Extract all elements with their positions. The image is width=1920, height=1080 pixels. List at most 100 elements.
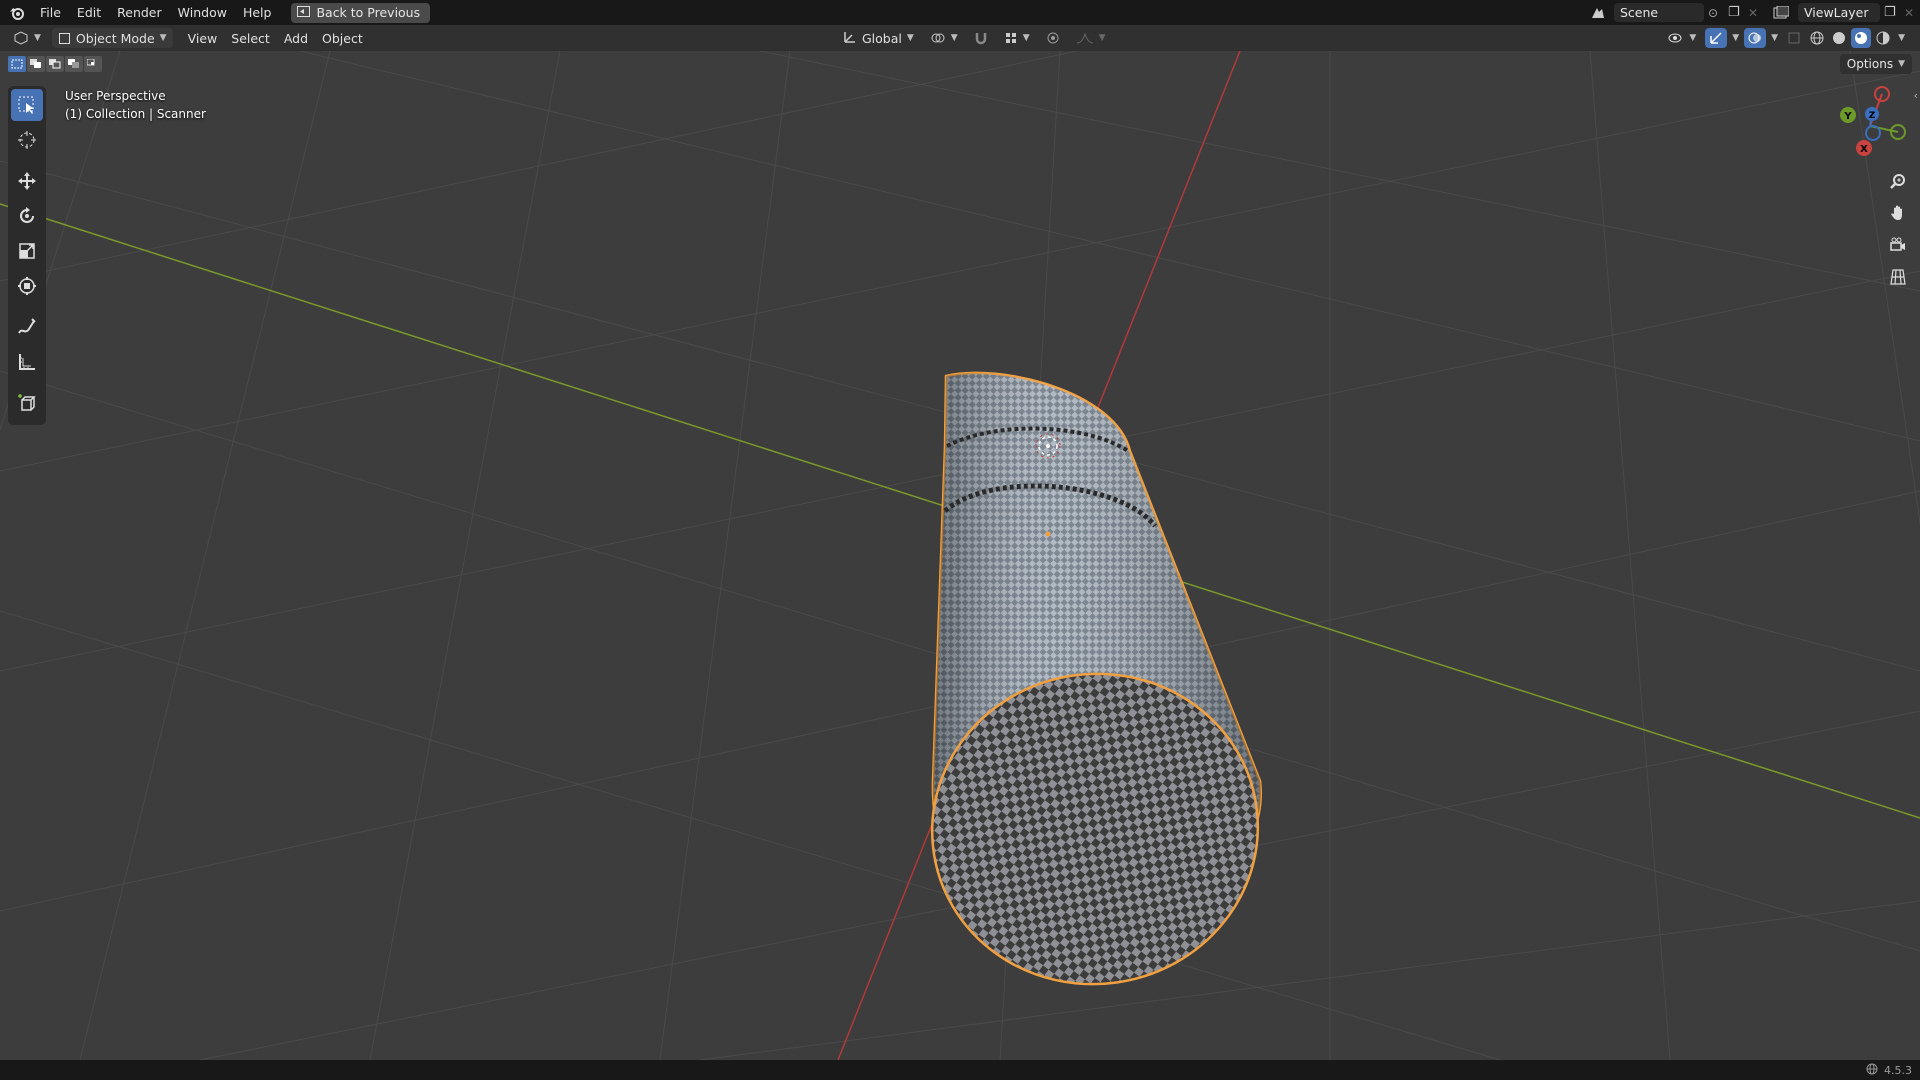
add-cube-tool[interactable] bbox=[11, 387, 43, 419]
select-extend-button[interactable] bbox=[27, 56, 45, 72]
wireframe-icon bbox=[1810, 31, 1824, 45]
viewport-info: User Perspective (1) Collection | Scanne… bbox=[65, 87, 206, 123]
scene-name-field[interactable]: Scene bbox=[1614, 3, 1704, 22]
select-new-button[interactable] bbox=[8, 56, 26, 72]
orientation-icon bbox=[843, 30, 857, 47]
gizmo-z-label: Z bbox=[1869, 111, 1876, 121]
select-subtract-button[interactable] bbox=[46, 56, 64, 72]
zoom-button[interactable] bbox=[1884, 167, 1912, 195]
annotate-tool[interactable] bbox=[11, 311, 43, 343]
overlays-icon bbox=[1748, 32, 1762, 44]
zoom-icon bbox=[1890, 174, 1905, 189]
move-icon bbox=[18, 172, 36, 190]
orientation-dropdown[interactable]: Global ▼ bbox=[836, 28, 921, 48]
shading-dropdown[interactable]: ▼ bbox=[1895, 28, 1908, 48]
gizmo-dropdown[interactable]: ▼ bbox=[1729, 28, 1742, 48]
back-to-previous-button[interactable]: Back to Previous bbox=[291, 2, 431, 23]
scale-tool[interactable] bbox=[11, 235, 43, 267]
annotate-icon bbox=[18, 318, 36, 334]
menu-edit[interactable]: Edit bbox=[69, 0, 109, 25]
xray-toggle[interactable] bbox=[1783, 28, 1805, 48]
tool-shelf bbox=[8, 86, 46, 425]
editor-type-button[interactable]: ▼ bbox=[6, 28, 48, 48]
status-bar: 4.5.3 bbox=[0, 1060, 1920, 1080]
snap-target-dropdown[interactable]: ▼ bbox=[997, 28, 1037, 48]
pivot-point-dropdown[interactable]: ▼ bbox=[923, 28, 965, 48]
transform-icon bbox=[18, 277, 36, 295]
scale-icon bbox=[19, 243, 35, 259]
eye-icon bbox=[1668, 33, 1682, 43]
viewport-header: ▼ Object Mode ▼ View Select Add Object Gl… bbox=[0, 25, 1920, 51]
3d-viewport[interactable]: User Perspective (1) Collection | Scanne… bbox=[0, 51, 1920, 1060]
snap-toggle[interactable] bbox=[967, 28, 995, 48]
proportional-edit-icon bbox=[1047, 32, 1059, 44]
menu-object[interactable]: Object bbox=[315, 28, 370, 48]
select-intersect-button[interactable] bbox=[84, 56, 102, 72]
overlays-toggle[interactable] bbox=[1744, 28, 1767, 48]
delete-view-layer-icon[interactable]: ✕ bbox=[1904, 6, 1920, 20]
menu-file[interactable]: File bbox=[32, 0, 69, 25]
scene-icon[interactable] bbox=[1586, 6, 1610, 20]
select-invert-button[interactable] bbox=[65, 56, 83, 72]
menu-view[interactable]: View bbox=[181, 28, 225, 48]
pin-icon[interactable]: ⊙ bbox=[1708, 6, 1724, 20]
measure-tool[interactable] bbox=[11, 346, 43, 378]
shading-material-button[interactable] bbox=[1851, 28, 1872, 48]
gizmo-neg-z[interactable] bbox=[1865, 125, 1881, 141]
orientation-label: Global bbox=[862, 30, 902, 46]
new-scene-icon[interactable]: ❐ bbox=[1728, 5, 1744, 20]
mode-dropdown[interactable]: Object Mode ▼ bbox=[51, 28, 173, 48]
menu-select[interactable]: Select bbox=[224, 28, 277, 48]
options-label: Options bbox=[1846, 57, 1894, 71]
top-bar: File Edit Render Window Help Back to Pre… bbox=[0, 0, 1920, 25]
object-origin-icon bbox=[1045, 531, 1051, 537]
menu-render[interactable]: Render bbox=[109, 0, 170, 25]
mode-label: Object Mode bbox=[75, 30, 155, 46]
globe-icon bbox=[1866, 1063, 1878, 1078]
perspective-label: User Perspective bbox=[65, 89, 166, 103]
add-cube-icon bbox=[18, 394, 36, 411]
transform-controls: Global ▼ ▼ ▼ ▼ bbox=[836, 28, 1113, 48]
visibility-dropdown[interactable]: ▼ bbox=[1661, 28, 1703, 48]
object-info-label: (1) Collection | Scanner bbox=[65, 107, 206, 121]
options-dropdown[interactable]: Options ▼ bbox=[1839, 54, 1912, 74]
menu-help[interactable]: Help bbox=[235, 0, 280, 25]
shading-wireframe-button[interactable] bbox=[1807, 28, 1827, 48]
navigation-gizmo[interactable]: Y X Z bbox=[1830, 86, 1910, 166]
pan-button[interactable] bbox=[1884, 199, 1912, 227]
new-view-layer-icon[interactable]: ❐ bbox=[1884, 5, 1900, 20]
perspective-toggle-button[interactable] bbox=[1884, 263, 1912, 291]
transform-tool[interactable] bbox=[11, 270, 43, 302]
gizmo-toggle[interactable] bbox=[1705, 28, 1728, 48]
snap-grid-icon bbox=[1005, 33, 1016, 43]
view-layer-field[interactable]: ViewLayer bbox=[1798, 3, 1880, 22]
solid-shading-icon bbox=[1833, 32, 1846, 44]
rotate-tool[interactable] bbox=[11, 200, 43, 232]
view-layer-icon[interactable] bbox=[1768, 5, 1794, 20]
camera-view-button[interactable] bbox=[1884, 231, 1912, 259]
scanner-cylinder[interactable] bbox=[912, 371, 1278, 1005]
shading-rendered-button[interactable] bbox=[1873, 28, 1893, 48]
menu-add[interactable]: Add bbox=[277, 28, 315, 48]
blender-logo-icon[interactable] bbox=[8, 4, 26, 22]
scene-name: Scene bbox=[1620, 5, 1659, 20]
pivot-icon bbox=[931, 33, 945, 43]
viewport-display-controls: ▼ ▼ ▼ ▼ bbox=[1661, 28, 1908, 48]
overlays-dropdown[interactable]: ▼ bbox=[1768, 28, 1781, 48]
delete-scene-icon[interactable]: ✕ bbox=[1748, 6, 1764, 20]
cursor-tool[interactable] bbox=[11, 124, 43, 156]
viewport-scene bbox=[0, 51, 1920, 1060]
sidebar-toggle-icon[interactable]: ‹ bbox=[1914, 89, 1918, 102]
material-shading-icon bbox=[1855, 32, 1868, 44]
gizmo-x-label: X bbox=[1860, 144, 1868, 155]
move-tool[interactable] bbox=[11, 165, 43, 197]
rotate-icon bbox=[20, 207, 34, 223]
select-box-tool[interactable] bbox=[11, 89, 43, 121]
gizmo-y-label: Y bbox=[1843, 111, 1852, 122]
proportional-edit-toggle[interactable] bbox=[1039, 28, 1067, 48]
hand-icon bbox=[1891, 205, 1902, 220]
falloff-dropdown[interactable]: ▼ bbox=[1069, 28, 1113, 48]
menu-window[interactable]: Window bbox=[170, 0, 235, 25]
gizmo-icon bbox=[1710, 32, 1722, 44]
shading-solid-button[interactable] bbox=[1829, 28, 1849, 48]
